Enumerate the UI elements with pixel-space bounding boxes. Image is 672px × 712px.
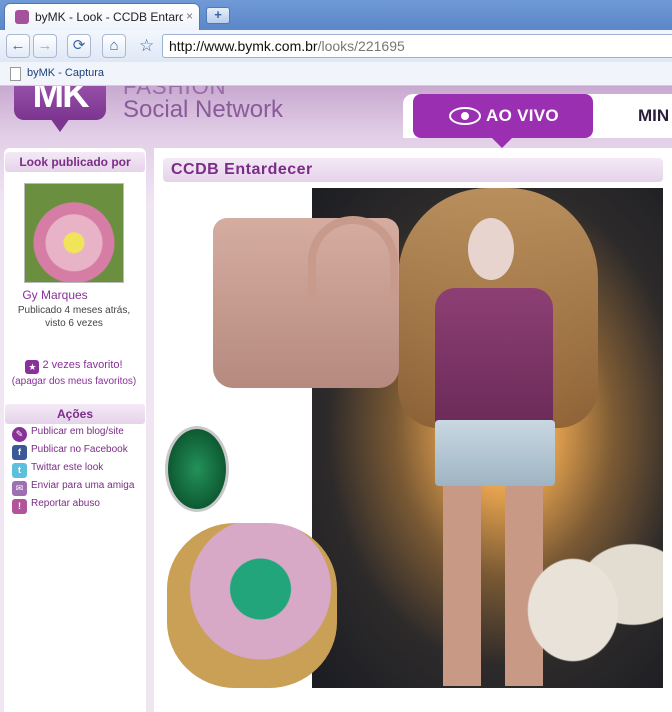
blog-icon: ✎ bbox=[12, 427, 27, 442]
actions-heading: Ações bbox=[5, 404, 145, 424]
nav-ao-vivo-label: AO VIVO bbox=[486, 106, 559, 125]
action-tweet[interactable]: t Twittar este look bbox=[12, 462, 103, 478]
author-avatar[interactable] bbox=[24, 183, 124, 283]
action-publish-blog[interactable]: ✎ Publicar em blog/site bbox=[12, 426, 124, 442]
facebook-icon: f bbox=[12, 445, 27, 460]
favorite-count-label: 2 vezes favorito! bbox=[42, 359, 123, 371]
web-page: MK FASHION Social Network AO VIVO MIN Lo… bbox=[0, 86, 672, 712]
arrow-right-icon: → bbox=[37, 37, 53, 54]
nav-item-min[interactable]: MIN bbox=[638, 106, 669, 126]
arrow-left-icon: ← bbox=[10, 37, 26, 54]
url-path: /looks/221695 bbox=[317, 38, 405, 54]
twitter-icon: t bbox=[12, 463, 27, 478]
action-label: Reportar abuso bbox=[31, 498, 100, 509]
bookmark-star-icon[interactable]: ☆ bbox=[139, 36, 154, 56]
site-favicon-icon bbox=[15, 10, 29, 24]
forward-button[interactable]: → bbox=[33, 34, 57, 58]
favorite-star-icon: ★ bbox=[25, 360, 40, 374]
tab-title: byMK - Look - CCDB Entardecer bbox=[35, 10, 183, 24]
bookmark-item[interactable]: byMK - Captura bbox=[27, 67, 104, 79]
browser-tab[interactable]: byMK - Look - CCDB Entardecer × bbox=[4, 3, 200, 30]
published-info: Publicado 4 meses atrás, visto 6 vezes bbox=[4, 304, 144, 330]
published-by-heading: Look publicado por bbox=[5, 152, 145, 172]
emerald-ring-item bbox=[167, 523, 337, 688]
reload-icon: ⟳ bbox=[72, 37, 86, 54]
action-report-abuse[interactable]: ! Reportar abuso bbox=[12, 498, 100, 514]
published-time: Publicado 4 meses atrás, bbox=[17, 305, 131, 316]
emerald-pendant-item bbox=[165, 426, 229, 512]
oxford-shoes-item bbox=[513, 508, 663, 678]
remove-favorite-link[interactable]: (apagar dos meus favoritos) bbox=[4, 376, 144, 387]
reload-button[interactable]: ⟳ bbox=[67, 34, 91, 58]
url-host: http://www.bymk.com.br bbox=[169, 38, 318, 54]
browser-toolbar: ← → ⟳ ⌂ ☆ http://www.bymk.com.br/looks/2… bbox=[0, 30, 672, 62]
home-button[interactable]: ⌂ bbox=[102, 34, 126, 58]
look-title: CCDB Entardecer bbox=[171, 161, 313, 178]
look-panel: CCDB Entardecer bbox=[154, 148, 672, 712]
look-title-bar: CCDB Entardecer bbox=[163, 158, 663, 182]
site-logo[interactable]: MK bbox=[14, 86, 106, 120]
model-face bbox=[468, 218, 514, 280]
address-bar[interactable]: http://www.bymk.com.br/looks/221695 bbox=[162, 34, 672, 58]
page-icon bbox=[10, 67, 21, 81]
bookmark-bar: byMK - Captura bbox=[0, 62, 672, 86]
logo-tail bbox=[50, 118, 70, 132]
action-label: Twittar este look bbox=[31, 462, 104, 473]
handbag-item bbox=[213, 216, 399, 388]
close-tab-icon[interactable]: × bbox=[186, 9, 193, 23]
browser-tabstrip: byMK - Look - CCDB Entardecer × + bbox=[0, 0, 672, 30]
nav-ao-vivo[interactable]: AO VIVO bbox=[413, 94, 593, 138]
action-label: Enviar para uma amiga bbox=[31, 480, 135, 491]
new-tab-button[interactable]: + bbox=[206, 7, 230, 24]
action-publish-facebook[interactable]: f Publicar no Facebook bbox=[12, 444, 128, 460]
action-label: Publicar no Facebook bbox=[31, 444, 128, 455]
home-icon: ⌂ bbox=[109, 37, 119, 54]
action-label: Publicar em blog/site bbox=[31, 426, 124, 437]
blouse-item bbox=[435, 288, 553, 428]
view-count: visto 6 vezes bbox=[45, 318, 103, 329]
nav-active-pointer bbox=[492, 138, 512, 148]
back-button[interactable]: ← bbox=[6, 34, 30, 58]
left-sidebar: Look publicado por Gy Marques Publicado … bbox=[4, 148, 146, 712]
favorite-count[interactable]: ★ 2 vezes favorito! bbox=[4, 359, 144, 374]
author-link[interactable]: Gy Marques bbox=[4, 288, 106, 302]
denim-shorts-item bbox=[435, 420, 555, 486]
look-collage-image[interactable] bbox=[163, 188, 663, 688]
abuse-icon: ! bbox=[12, 499, 27, 514]
logo-social-text: Social Network bbox=[123, 96, 284, 123]
mail-icon: ✉ bbox=[12, 481, 27, 496]
bag-handle bbox=[308, 216, 398, 296]
action-send-friend[interactable]: ✉ Enviar para uma amiga bbox=[12, 480, 134, 496]
eye-icon bbox=[449, 107, 481, 125]
